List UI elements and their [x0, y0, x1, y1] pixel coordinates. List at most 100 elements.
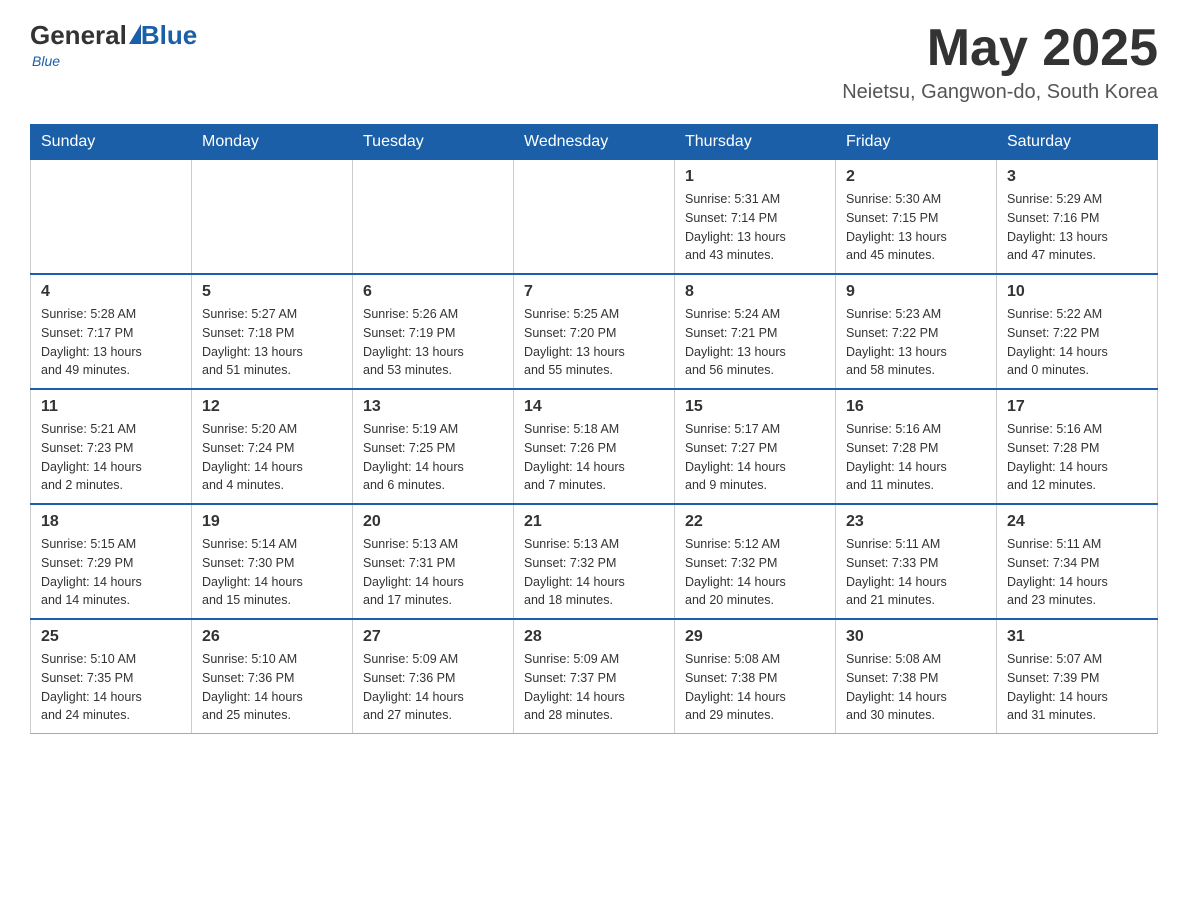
calendar-cell: 10Sunrise: 5:22 AMSunset: 7:22 PMDayligh… [997, 274, 1158, 389]
calendar-cell: 26 Sunrise: 5:10 AMSunset: 7:36 PMDayligh… [192, 619, 353, 734]
calendar-cell: 28 Sunrise: 5:09 AMSunset: 7:37 PMDayligh… [514, 619, 675, 734]
calendar-cell: 17Sunrise: 5:16 AMSunset: 7:28 PMDayligh… [997, 389, 1158, 504]
day-info: Sunrise: 5:08 AMSunset: 7:38 PMDaylight:… [846, 650, 986, 725]
day-number: 10 [1007, 283, 1147, 301]
calendar-header-wednesday: Wednesday [514, 125, 675, 160]
day-info: Sunrise: 5:12 AMSunset: 7:32 PMDaylight:… [685, 535, 825, 610]
calendar-header-thursday: Thursday [675, 125, 836, 160]
calendar-header-saturday: Saturday [997, 125, 1158, 160]
day-number: 7 [524, 283, 664, 301]
day-info: Sunrise: 5:30 AMSunset: 7:15 PMDaylight:… [846, 190, 986, 265]
day-info: Sunrise: 5:18 AMSunset: 7:26 PMDaylight:… [524, 420, 664, 495]
day-number: 30 [846, 628, 986, 646]
day-info: Sunrise: 5:26 AMSunset: 7:19 PMDaylight:… [363, 305, 503, 380]
day-number: 15 [685, 398, 825, 416]
logo: General Blue Blue [30, 20, 197, 69]
day-info: Sunrise: 5:28 AMSunset: 7:17 PMDaylight:… [41, 305, 181, 380]
day-info: Sunrise: 5:10 AMSunset: 7:36 PMDaylight:… [202, 650, 342, 725]
calendar-cell: 20 Sunrise: 5:13 AMSunset: 7:31 PMDayligh… [353, 504, 514, 619]
day-info: Sunrise: 5:11 AMSunset: 7:34 PMDaylight:… [1007, 535, 1147, 610]
day-info: Sunrise: 5:13 AMSunset: 7:32 PMDaylight:… [524, 535, 664, 610]
day-info: Sunrise: 5:16 AMSunset: 7:28 PMDaylight:… [846, 420, 986, 495]
day-number: 5 [202, 283, 342, 301]
day-number: 20 [363, 513, 503, 531]
day-info: Sunrise: 5:20 AMSunset: 7:24 PMDaylight:… [202, 420, 342, 495]
day-number: 6 [363, 283, 503, 301]
calendar-header-row: SundayMondayTuesdayWednesdayThursdayFrid… [31, 125, 1158, 160]
day-info: Sunrise: 5:29 AMSunset: 7:16 PMDaylight:… [1007, 190, 1147, 265]
day-number: 19 [202, 513, 342, 531]
day-number: 3 [1007, 168, 1147, 186]
logo-blue-text: Blue [141, 20, 197, 51]
calendar-cell: 15 Sunrise: 5:17 AMSunset: 7:27 PMDayligh… [675, 389, 836, 504]
day-number: 9 [846, 283, 986, 301]
day-info: Sunrise: 5:15 AMSunset: 7:29 PMDaylight:… [41, 535, 181, 610]
calendar-cell [514, 160, 675, 275]
day-number: 23 [846, 513, 986, 531]
calendar-cell: 11Sunrise: 5:21 AMSunset: 7:23 PMDayligh… [31, 389, 192, 504]
day-number: 31 [1007, 628, 1147, 646]
calendar-cell [353, 160, 514, 275]
day-info: Sunrise: 5:07 AMSunset: 7:39 PMDaylight:… [1007, 650, 1147, 725]
calendar-cell: 18 Sunrise: 5:15 AMSunset: 7:29 PMDayligh… [31, 504, 192, 619]
calendar-cell: 13 Sunrise: 5:19 AMSunset: 7:25 PMDayligh… [353, 389, 514, 504]
day-number: 24 [1007, 513, 1147, 531]
calendar-header-tuesday: Tuesday [353, 125, 514, 160]
calendar-cell: 19 Sunrise: 5:14 AMSunset: 7:30 PMDayligh… [192, 504, 353, 619]
day-info: Sunrise: 5:13 AMSunset: 7:31 PMDaylight:… [363, 535, 503, 610]
calendar-cell: 31 Sunrise: 5:07 AMSunset: 7:39 PMDayligh… [997, 619, 1158, 734]
month-title: May 2025 [842, 20, 1158, 77]
calendar-cell: 9Sunrise: 5:23 AMSunset: 7:22 PMDaylight… [836, 274, 997, 389]
calendar-cell: 16 Sunrise: 5:16 AMSunset: 7:28 PMDayligh… [836, 389, 997, 504]
logo-triangle-icon [129, 24, 141, 44]
day-info: Sunrise: 5:17 AMSunset: 7:27 PMDaylight:… [685, 420, 825, 495]
day-number: 22 [685, 513, 825, 531]
calendar-cell: 7 Sunrise: 5:25 AMSunset: 7:20 PMDaylight… [514, 274, 675, 389]
day-number: 28 [524, 628, 664, 646]
day-info: Sunrise: 5:19 AMSunset: 7:25 PMDaylight:… [363, 420, 503, 495]
day-number: 2 [846, 168, 986, 186]
calendar-cell: 30 Sunrise: 5:08 AMSunset: 7:38 PMDayligh… [836, 619, 997, 734]
day-info: Sunrise: 5:09 AMSunset: 7:37 PMDaylight:… [524, 650, 664, 725]
title-section: May 2025 Neietsu, Gangwon-do, South Kore… [842, 20, 1158, 104]
page-header: General Blue Blue May 2025 Neietsu, Gang… [30, 20, 1158, 104]
calendar-cell: 1Sunrise: 5:31 AMSunset: 7:14 PMDaylight… [675, 160, 836, 275]
calendar-cell: 3 Sunrise: 5:29 AMSunset: 7:16 PMDaylight… [997, 160, 1158, 275]
day-number: 13 [363, 398, 503, 416]
day-number: 4 [41, 283, 181, 301]
day-info: Sunrise: 5:16 AMSunset: 7:28 PMDaylight:… [1007, 420, 1147, 495]
day-info: Sunrise: 5:25 AMSunset: 7:20 PMDaylight:… [524, 305, 664, 380]
calendar-cell: 25Sunrise: 5:10 AMSunset: 7:35 PMDayligh… [31, 619, 192, 734]
day-number: 16 [846, 398, 986, 416]
calendar-cell: 5 Sunrise: 5:27 AMSunset: 7:18 PMDaylight… [192, 274, 353, 389]
logo-tagline: Blue [32, 53, 60, 69]
calendar-week-row: 4 Sunrise: 5:28 AMSunset: 7:17 PMDaylight… [31, 274, 1158, 389]
logo-general-text: General [30, 20, 127, 51]
day-info: Sunrise: 5:24 AMSunset: 7:21 PMDaylight:… [685, 305, 825, 380]
calendar-week-row: 18 Sunrise: 5:15 AMSunset: 7:29 PMDayligh… [31, 504, 1158, 619]
day-info: Sunrise: 5:09 AMSunset: 7:36 PMDaylight:… [363, 650, 503, 725]
logo-blue-part: Blue [127, 20, 197, 51]
calendar-cell: 23Sunrise: 5:11 AMSunset: 7:33 PMDayligh… [836, 504, 997, 619]
day-number: 29 [685, 628, 825, 646]
day-number: 26 [202, 628, 342, 646]
day-info: Sunrise: 5:21 AMSunset: 7:23 PMDaylight:… [41, 420, 181, 495]
calendar-cell: 27 Sunrise: 5:09 AMSunset: 7:36 PMDayligh… [353, 619, 514, 734]
day-info: Sunrise: 5:14 AMSunset: 7:30 PMDaylight:… [202, 535, 342, 610]
day-number: 27 [363, 628, 503, 646]
day-number: 1 [685, 168, 825, 186]
calendar-cell: 22 Sunrise: 5:12 AMSunset: 7:32 PMDayligh… [675, 504, 836, 619]
calendar-cell: 4 Sunrise: 5:28 AMSunset: 7:17 PMDaylight… [31, 274, 192, 389]
day-number: 12 [202, 398, 342, 416]
day-info: Sunrise: 5:27 AMSunset: 7:18 PMDaylight:… [202, 305, 342, 380]
day-number: 8 [685, 283, 825, 301]
calendar-header-friday: Friday [836, 125, 997, 160]
day-number: 18 [41, 513, 181, 531]
calendar-cell: 2 Sunrise: 5:30 AMSunset: 7:15 PMDaylight… [836, 160, 997, 275]
calendar-cell [192, 160, 353, 275]
calendar-cell [31, 160, 192, 275]
day-info: Sunrise: 5:10 AMSunset: 7:35 PMDaylight:… [41, 650, 181, 725]
calendar-week-row: 11Sunrise: 5:21 AMSunset: 7:23 PMDayligh… [31, 389, 1158, 504]
calendar-cell: 24 Sunrise: 5:11 AMSunset: 7:34 PMDayligh… [997, 504, 1158, 619]
calendar-week-row: 1Sunrise: 5:31 AMSunset: 7:14 PMDaylight… [31, 160, 1158, 275]
